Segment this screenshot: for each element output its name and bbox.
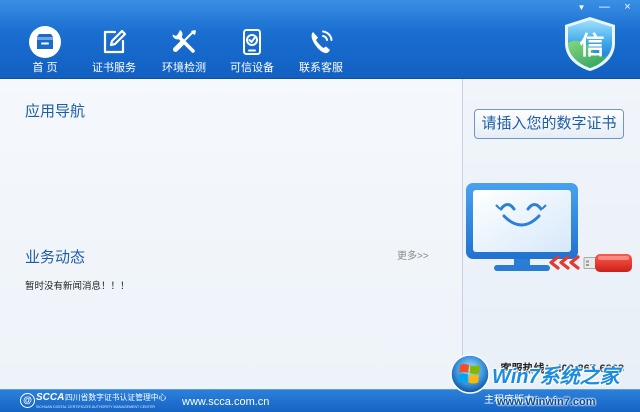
nav-item-trusted-device[interactable]: 可信设备 <box>218 22 286 76</box>
arrows-left-icon <box>549 255 580 270</box>
phone-icon <box>306 27 336 57</box>
nav-item-label: 可信设备 <box>230 62 274 74</box>
left-panel: 应用导航 业务动态 更多>> 暂时没有新闻消息！！！ <box>0 79 462 389</box>
app-nav-title: 应用导航 <box>25 103 86 120</box>
nav-item-label: 环境检测 <box>162 62 206 74</box>
org-name: 四川省数字证书认证管理中心 <box>65 393 167 402</box>
org-english-name: SICHUAN DIGITAL CERTIFICATE AUTHORITY MA… <box>36 404 155 409</box>
support-hotline: 客服热线：400-867-6868 <box>500 363 624 375</box>
org-abbreviation: SCCA <box>36 392 65 403</box>
nav-item-home[interactable]: 首 页 <box>11 22 79 76</box>
main-content: 应用导航 业务动态 更多>> 暂时没有新闻消息！！！ 请插入您的数字证书 客服热… <box>0 79 640 389</box>
nav-item-label: 联系客服 <box>299 62 343 74</box>
monitor-icon <box>466 183 578 271</box>
nav-item-label: 首 页 <box>32 62 58 74</box>
footer-bar: @ SCCA 四川省数字证书认证管理中心 SICHUAN DIGITAL CER… <box>0 389 640 412</box>
header-bar: ▼ — × 首 页 证书服务 环境检测 可信设备 联系客服 信 <box>0 0 640 79</box>
insert-certificate-button[interactable]: 请插入您的数字证书 <box>474 109 624 139</box>
more-news-link[interactable]: 更多>> <box>397 251 429 263</box>
minimize-button[interactable]: — <box>593 0 616 15</box>
menu-dropdown-button[interactable]: ▼ <box>570 0 593 15</box>
window-controls: ▼ — × <box>570 0 639 15</box>
right-panel: 请插入您的数字证书 客服热线：400-867-6868 <box>463 79 640 389</box>
home-icon <box>28 25 62 59</box>
news-empty-message: 暂时没有新闻消息！！！ <box>25 281 130 292</box>
news-title: 业务动态 <box>25 249 86 266</box>
trusted-device-icon <box>237 27 267 57</box>
app-nav-area <box>25 129 445 239</box>
nav-item-contact-support[interactable]: 联系客服 <box>287 22 355 76</box>
edit-icon <box>99 27 129 57</box>
shield-logo-char: 信 <box>579 32 604 60</box>
program-version: 主程序版本：4.1 <box>484 395 558 406</box>
insert-key-illustration <box>464 182 634 274</box>
tools-icon <box>169 27 199 57</box>
close-button[interactable]: × <box>616 0 639 15</box>
usb-key-icon <box>583 254 632 272</box>
scca-client-window: ▼ — × 首 页 证书服务 环境检测 可信设备 联系客服 信 应用导航 业务动… <box>0 0 640 412</box>
nav-item-environment-check[interactable]: 环境检测 <box>150 22 218 76</box>
nav-item-label: 证书服务 <box>92 62 136 74</box>
website-link[interactable]: www.scca.com.cn <box>182 396 269 408</box>
shield-icon: 信 <box>565 17 615 71</box>
nav-item-certificate-service[interactable]: 证书服务 <box>80 22 148 76</box>
trust-shield-logo: 信 <box>562 16 618 72</box>
scca-logo-mark: @ <box>20 393 35 408</box>
